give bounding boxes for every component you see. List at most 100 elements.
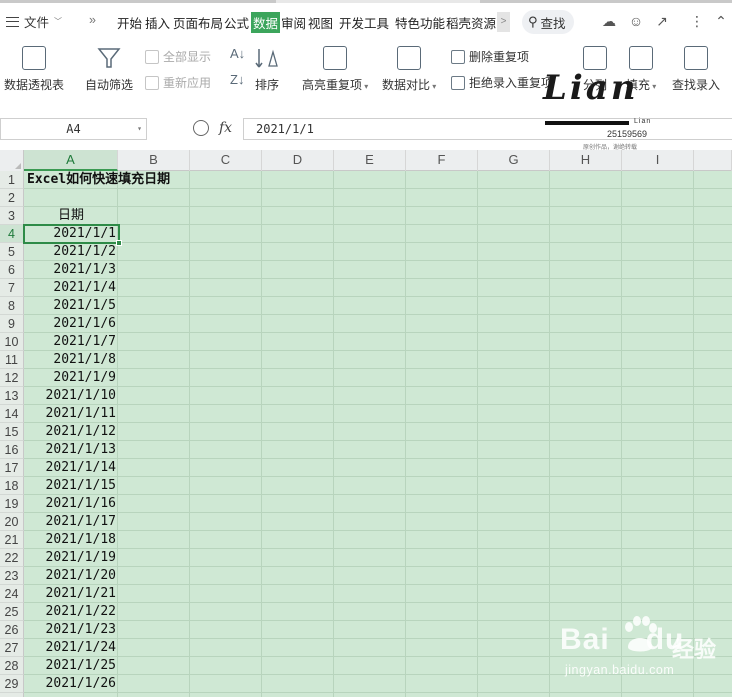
menu-overflow-left[interactable]: » [89, 13, 96, 27]
date-cell[interactable]: 2021/1/22 [24, 603, 118, 621]
row-header-15[interactable]: 15 [0, 423, 24, 441]
column-header-i[interactable]: I [622, 150, 694, 171]
tab-insert[interactable]: 插入 [145, 13, 170, 32]
row-header-17[interactable]: 17 [0, 459, 24, 477]
column-header-h[interactable]: H [550, 150, 622, 171]
row-header-10[interactable]: 10 [0, 333, 24, 351]
date-cell[interactable]: 2021/1/20 [24, 567, 118, 585]
column-header-b[interactable]: B [118, 150, 190, 171]
row-header-16[interactable]: 16 [0, 441, 24, 459]
row-header-12[interactable]: 12 [0, 369, 24, 387]
column-header-j[interactable] [694, 150, 732, 171]
row-header-28[interactable]: 28 [0, 657, 24, 675]
tab-features[interactable]: 特色功能 [395, 13, 445, 32]
fill-handle[interactable] [116, 240, 122, 246]
file-menu-button[interactable]: 文件 ﹀ [6, 12, 62, 31]
row-header-9[interactable]: 9 [0, 315, 24, 333]
row-header-26[interactable]: 26 [0, 621, 24, 639]
tab-page-layout[interactable]: 页面布局 [173, 13, 223, 32]
more-options-icon[interactable]: ⋮ [688, 12, 706, 30]
tab-review[interactable]: 审阅 [281, 13, 306, 32]
date-cell[interactable]: 2021/1/15 [24, 477, 118, 495]
date-cell[interactable]: 2021/1/12 [24, 423, 118, 441]
row-header-25[interactable]: 25 [0, 603, 24, 621]
date-cell[interactable]: 2021/1/25 [24, 657, 118, 675]
date-cell[interactable]: 2021/1/14 [24, 459, 118, 477]
show-all-button[interactable]: 全部显示 [145, 48, 211, 65]
reject-duplicates-button[interactable]: 拒绝录入重复项 [451, 74, 553, 91]
reapply-button[interactable]: 重新应用 [145, 74, 211, 91]
row-header-4[interactable]: 4 [0, 225, 24, 243]
row-header-18[interactable]: 18 [0, 477, 24, 495]
date-cell[interactable]: 2021/1/24 [24, 639, 118, 657]
search-button[interactable]: ⚲ 查找 [522, 10, 574, 34]
delete-duplicates-button[interactable]: 删除重复项 [451, 48, 529, 65]
column-header-a[interactable]: A [24, 150, 118, 171]
date-cell[interactable]: 2021/1/17 [24, 513, 118, 531]
row-header-21[interactable]: 21 [0, 531, 24, 549]
tab-docer[interactable]: 稻壳资源 [446, 13, 496, 32]
row-header-27[interactable]: 27 [0, 639, 24, 657]
row-header-5[interactable]: 5 [0, 243, 24, 261]
share-user-icon[interactable]: ☺ [627, 12, 645, 30]
row-header-14[interactable]: 14 [0, 405, 24, 423]
row-header-24[interactable]: 24 [0, 585, 24, 603]
date-cell[interactable]: 2021/1/3 [24, 261, 118, 279]
date-cell[interactable]: 2021/1/7 [24, 333, 118, 351]
date-cell[interactable]: 2021/1/10 [24, 387, 118, 405]
tabs-scroll-right-button[interactable]: > [497, 12, 510, 32]
row-header-11[interactable]: 11 [0, 351, 24, 369]
pivot-table-button[interactable]: 数据透视表 [4, 46, 64, 93]
date-cell[interactable]: 2021/1/4 [24, 279, 118, 297]
date-cell[interactable]: 2021/1/13 [24, 441, 118, 459]
tab-developer[interactable]: 开发工具 [339, 13, 389, 32]
find-entry-button[interactable]: 查找录入 [672, 46, 720, 93]
date-cell[interactable]: 2021/1/16 [24, 495, 118, 513]
tab-formulas[interactable]: 公式 [224, 13, 249, 32]
highlight-duplicates-button[interactable]: 高亮重复项 ▾ [302, 46, 368, 93]
sort-descending-button[interactable]: Z↓ [230, 72, 244, 87]
name-box[interactable]: A4 ▾ [0, 118, 147, 140]
tab-view[interactable]: 视图 [308, 13, 333, 32]
date-cell[interactable]: 2021/1/18 [24, 531, 118, 549]
tab-home[interactable]: 开始 [117, 13, 142, 32]
select-all-corner[interactable] [0, 150, 24, 171]
sort-button[interactable]: 排序 [255, 46, 279, 93]
active-cell-selection[interactable] [23, 224, 122, 246]
date-cell[interactable]: 2021/1/26 [24, 675, 118, 693]
tab-data[interactable]: 数据 [251, 12, 281, 33]
column-header-f[interactable]: F [406, 150, 478, 171]
cell-a3-header[interactable]: 日期 [58, 207, 84, 225]
row-header-19[interactable]: 19 [0, 495, 24, 513]
column-header-d[interactable]: D [262, 150, 334, 171]
date-cell[interactable]: 2021/1/19 [24, 549, 118, 567]
row-header-22[interactable]: 22 [0, 549, 24, 567]
row-header-30[interactable]: 30 [0, 693, 24, 697]
row-header-23[interactable]: 23 [0, 567, 24, 585]
data-compare-button[interactable]: 数据对比 ▾ [382, 46, 436, 93]
column-header-g[interactable]: G [478, 150, 550, 171]
date-cell[interactable]: 2021/1/6 [24, 315, 118, 333]
cloud-icon[interactable]: ☁ [600, 12, 618, 30]
row-header-6[interactable]: 6 [0, 261, 24, 279]
date-cell[interactable]: 2021/1/21 [24, 585, 118, 603]
function-icon[interactable]: fx [219, 120, 232, 136]
date-cell[interactable]: 2021/1/11 [24, 405, 118, 423]
column-header-c[interactable]: C [190, 150, 262, 171]
sort-ascending-button[interactable]: A↓ [230, 46, 245, 61]
row-header-1[interactable]: 1 [0, 171, 24, 189]
column-header-e[interactable]: E [334, 150, 406, 171]
date-cell[interactable]: 2021/1/9 [24, 369, 118, 387]
cell-a1-title[interactable]: Excel如何快速填充日期 [27, 171, 170, 189]
zoom-icon[interactable] [193, 120, 209, 136]
row-header-7[interactable]: 7 [0, 279, 24, 297]
row-header-8[interactable]: 8 [0, 297, 24, 315]
date-cell[interactable]: 2021/1/5 [24, 297, 118, 315]
row-header-2[interactable]: 2 [0, 189, 24, 207]
date-cell[interactable]: 2021/1/2 [24, 243, 118, 261]
collapse-ribbon-icon[interactable]: ⌃ [712, 12, 730, 30]
date-cell[interactable]: 2021/1/8 [24, 351, 118, 369]
row-header-29[interactable]: 29 [0, 675, 24, 693]
row-header-3[interactable]: 3 [0, 207, 24, 225]
date-cell[interactable]: 2021/1/23 [24, 621, 118, 639]
